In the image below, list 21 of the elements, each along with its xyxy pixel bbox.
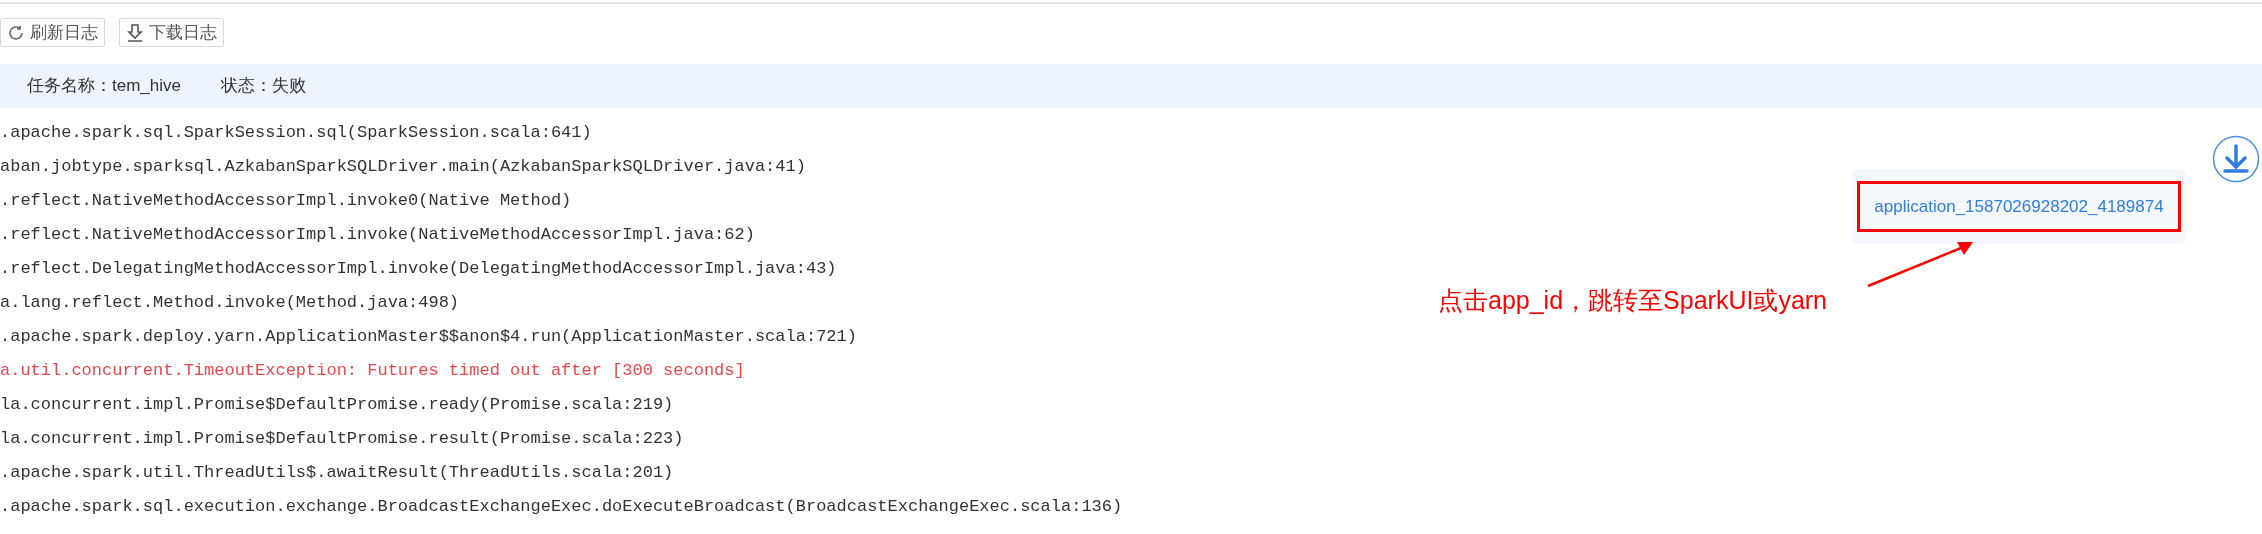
- download-icon: [126, 22, 144, 43]
- log-line: .apache.spark.util.ThreadUtils$.awaitResult(ThreadUtils.scala:201): [0, 462, 674, 484]
- error-log-line: a.util.concurrent.TimeoutException: Futures timed out after [300 seconds]: [0, 360, 745, 382]
- log-line: .apache.spark.deploy.yarn.ApplicationMaster$$anon$4.run(ApplicationMaster.scala:721): [0, 326, 857, 348]
- task-name: 任务名称：tem_hive: [27, 75, 181, 98]
- task-status: 状态：失败: [221, 75, 306, 98]
- log-line: a.lang.reflect.Method.invoke(Method.java:498): [0, 292, 460, 314]
- log-line: .reflect.DelegatingMethodAccessorImpl.invoke(DelegatingMethodAccessorImpl.java:43): [0, 258, 837, 280]
- log-line: .apache.spark.sql.execution.exchange.BroadcastExchangeExec.doExecuteBroadcast(BroadcastExchangeExec.scala:136): [0, 496, 1123, 518]
- refresh-log-button[interactable]: 刷新日志: [0, 18, 105, 47]
- log-line: .reflect.NativeMethodAccessorImpl.invoke(NativeMethodAccessorImpl.java:62): [0, 224, 755, 246]
- app-link[interactable]: application_1587026928202_4189874: [1857, 180, 2181, 233]
- log-line: aban.jobtype.sparksql.AzkabanSparkSQLDriver.main(AzkabanSparkSQLDriver.java:41): [0, 156, 806, 178]
- log-line: la.concurrent.impl.Promise$DefaultPromise.result(Promise.scala:223): [0, 428, 684, 450]
- annotation-text: 点击app_id，跳转至SparkUI或yarn: [1438, 285, 1827, 316]
- log-line: .reflect.NativeMethodAccessorImpl.invoke0(Native Method): [0, 190, 572, 212]
- refresh-icon: [7, 23, 25, 42]
- download-icon[interactable]: [2212, 135, 2260, 183]
- download-log-button[interactable]: 下载日志: [119, 18, 224, 47]
- log-line: .apache.spark.sql.SparkSession.sql(SparkSession.scala:641): [0, 122, 592, 144]
- log-line: la.concurrent.impl.Promise$DefaultPromise.ready(Promise.scala:219): [0, 394, 674, 416]
